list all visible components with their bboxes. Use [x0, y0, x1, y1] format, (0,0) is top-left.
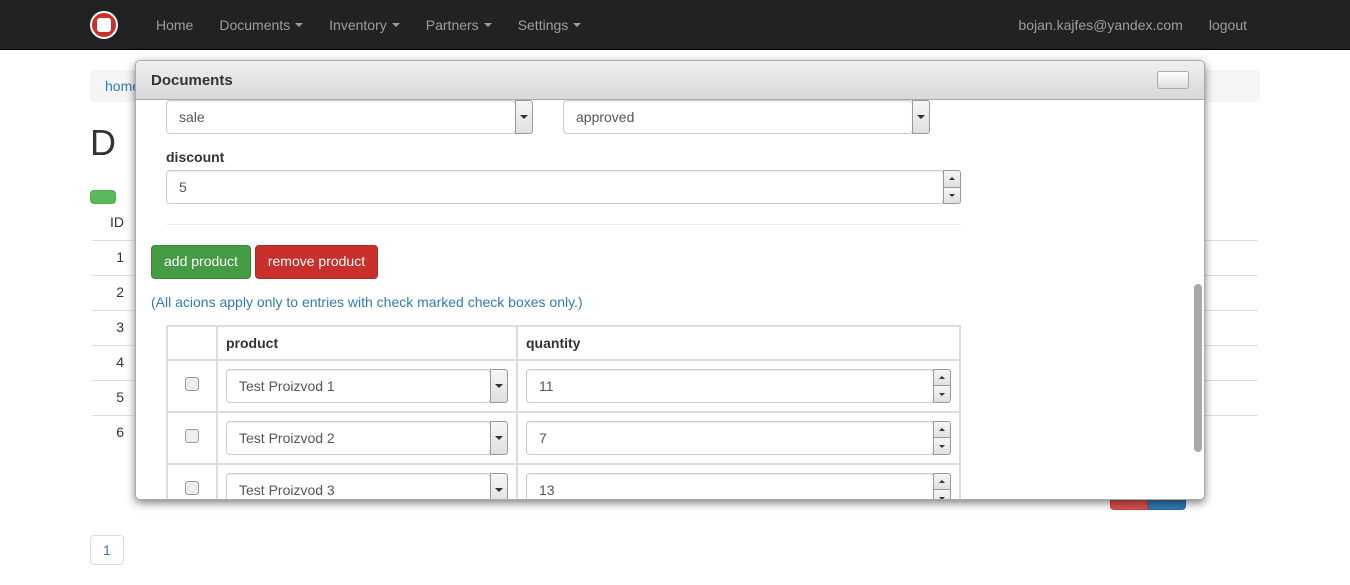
nav-logout[interactable]: logout — [1196, 2, 1260, 48]
caret-icon — [392, 23, 400, 27]
product-select-toggle[interactable] — [490, 369, 508, 403]
nav-inventory[interactable]: Inventory — [316, 2, 413, 48]
row-checkbox[interactable] — [185, 481, 199, 495]
nav-home[interactable]: Home — [143, 2, 206, 48]
type-select[interactable] — [166, 100, 516, 134]
nav-settings[interactable]: Settings — [505, 2, 595, 48]
remove-product-button[interactable]: remove product — [255, 245, 378, 279]
product-select[interactable] — [226, 421, 491, 455]
dialog-body: discount add product remove product (All… — [136, 100, 1204, 499]
product-row — [167, 412, 960, 464]
nav-user-email[interactable]: bojan.kajfes@yandex.com — [1005, 2, 1195, 48]
product-select[interactable] — [226, 473, 491, 499]
quantity-input[interactable] — [526, 473, 934, 499]
product-row — [167, 360, 960, 412]
discount-input[interactable] — [166, 170, 944, 204]
col-check — [167, 326, 217, 360]
dialog-close-button[interactable] — [1157, 71, 1189, 89]
help-text: (All acions apply only to entries with c… — [151, 294, 1189, 310]
nav-settings-label: Settings — [518, 17, 569, 33]
nav-partners[interactable]: Partners — [413, 2, 505, 48]
col-id: ID — [92, 206, 132, 238]
quantity-input[interactable] — [526, 421, 934, 455]
add-product-button[interactable]: add product — [151, 245, 251, 279]
col-product: product — [217, 326, 517, 360]
product-select[interactable] — [226, 369, 491, 403]
caret-icon — [295, 23, 303, 27]
dialog-title: Documents — [151, 72, 233, 89]
dialog-header: Documents — [136, 61, 1204, 100]
col-quantity: quantity — [517, 326, 960, 360]
product-select-toggle[interactable] — [490, 421, 508, 455]
nav-inventory-label: Inventory — [329, 17, 387, 33]
brand-logo[interactable] — [90, 11, 118, 39]
quantity-input[interactable] — [526, 369, 934, 403]
product-select-toggle[interactable] — [490, 473, 508, 499]
status-select-toggle[interactable] — [912, 100, 930, 134]
row-checkbox[interactable] — [185, 377, 199, 391]
caret-icon — [484, 23, 492, 27]
quantity-spinner[interactable] — [933, 421, 951, 455]
pagination: 1 — [90, 535, 124, 565]
status-select[interactable] — [563, 100, 913, 134]
documents-dialog: Documents discount — [135, 60, 1205, 500]
quantity-spinner[interactable] — [933, 369, 951, 403]
nav-documents-label: Documents — [219, 17, 290, 33]
row-checkbox[interactable] — [185, 429, 199, 443]
quantity-spinner[interactable] — [933, 473, 951, 499]
caret-icon — [573, 23, 581, 27]
product-table: product quantity — [166, 325, 961, 499]
page-1[interactable]: 1 — [90, 535, 124, 565]
new-button[interactable] — [90, 190, 116, 204]
product-row — [167, 464, 960, 499]
dialog-scrollbar[interactable] — [1194, 284, 1202, 452]
discount-spinner[interactable] — [943, 170, 961, 204]
type-select-toggle[interactable] — [515, 100, 533, 134]
nav-partners-label: Partners — [426, 17, 479, 33]
navbar: Home Documents Inventory Partners Settin… — [0, 0, 1350, 50]
discount-label: discount — [166, 149, 961, 165]
nav-documents[interactable]: Documents — [206, 2, 316, 48]
